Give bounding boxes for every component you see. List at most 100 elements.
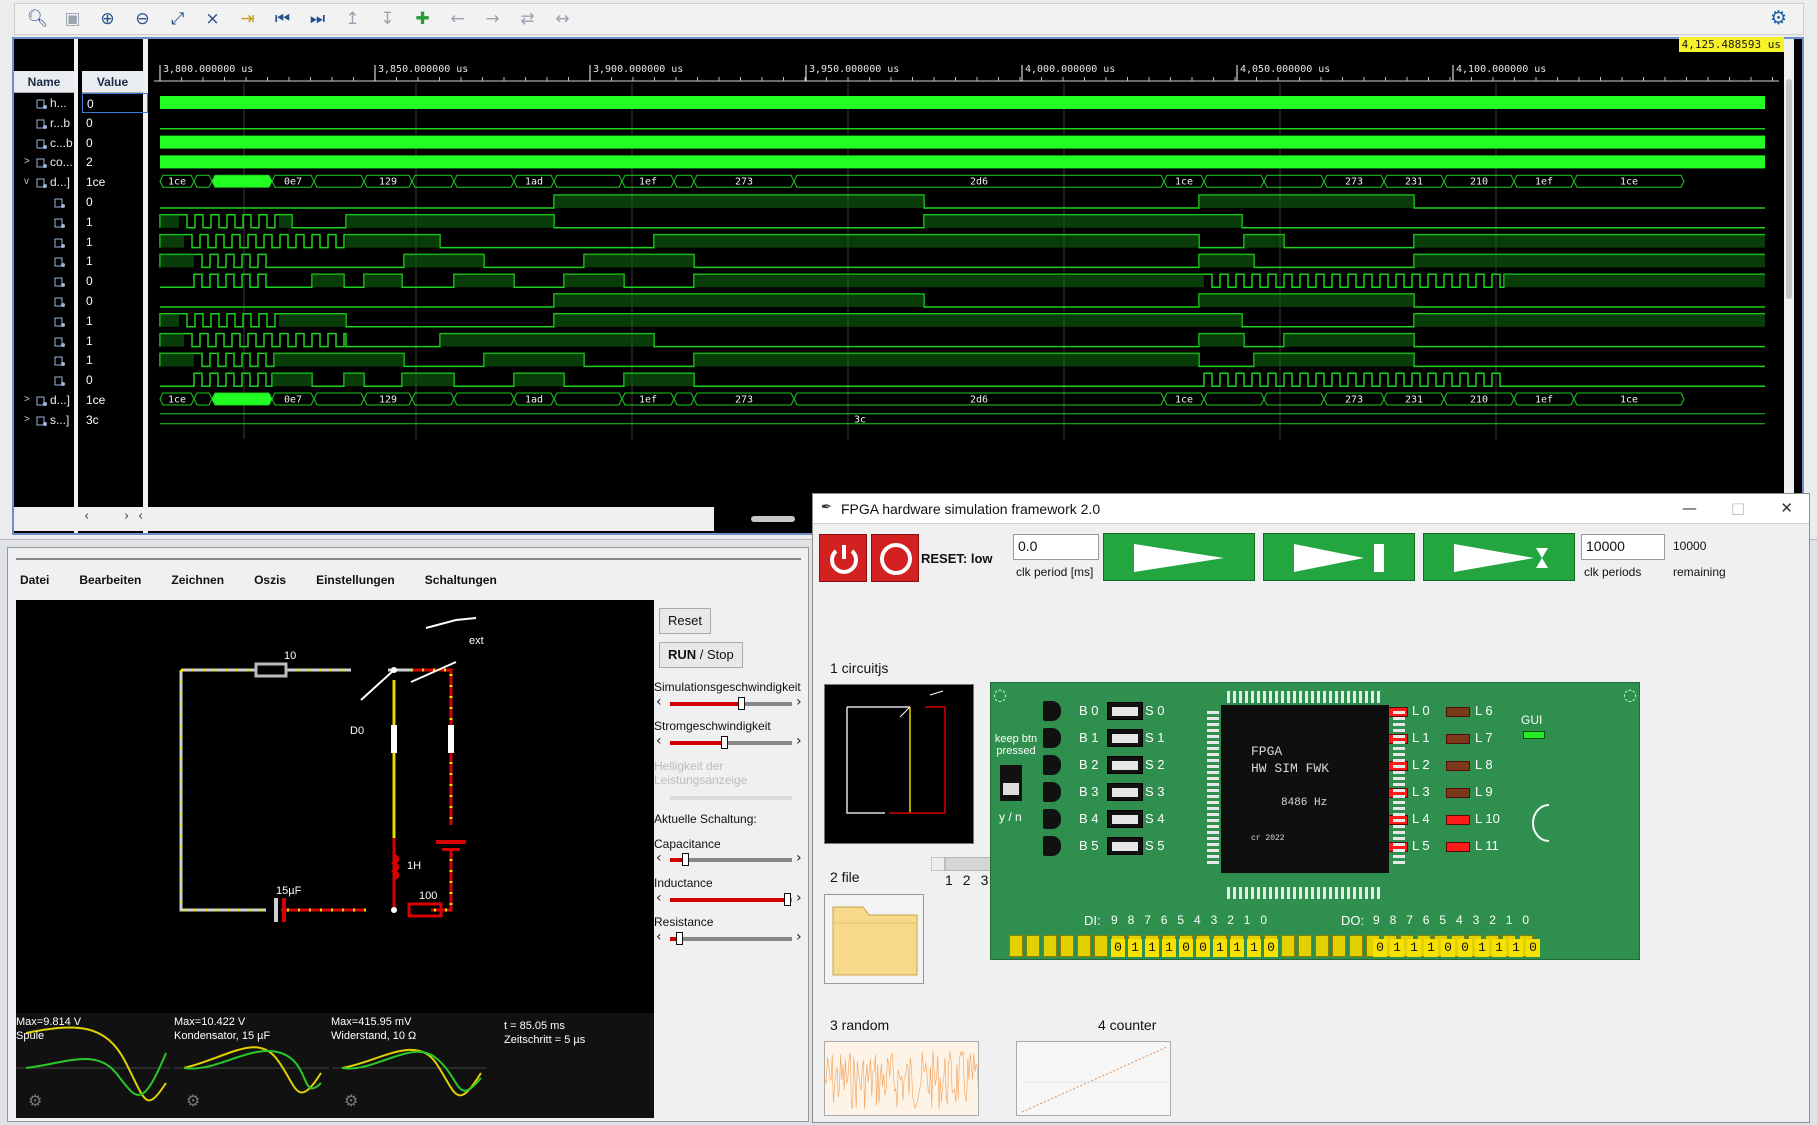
menu-oszis[interactable]: Oszis: [252, 573, 288, 595]
capacitor[interactable]: [274, 898, 278, 922]
run-n-periods-button[interactable]: [1423, 533, 1575, 581]
bus-segment[interactable]: [553, 392, 623, 406]
signal-value[interactable]: 1: [82, 232, 148, 252]
signal-wave[interactable]: [160, 96, 1765, 109]
bus-segment[interactable]: [1203, 174, 1265, 188]
close-icon[interactable]: ✕: [1780, 499, 1793, 517]
bus-segment[interactable]: [1203, 392, 1265, 406]
bus-segment[interactable]: [453, 392, 515, 406]
random-source-button[interactable]: [824, 1041, 979, 1116]
menu-bearbeiten[interactable]: Bearbeiten: [77, 573, 143, 595]
tab-2[interactable]: 2: [963, 872, 971, 888]
go-to-end-icon[interactable]: ⏭: [301, 6, 334, 32]
go-to-start-icon[interactable]: ⏮: [266, 6, 299, 32]
gear-icon[interactable]: ⚙: [186, 1091, 200, 1110]
signal-name-row[interactable]: [14, 192, 78, 212]
vertical-scrollbar[interactable]: [1784, 39, 1794, 533]
bus-segment[interactable]: [411, 174, 455, 188]
signal-value[interactable]: 0: [82, 192, 148, 212]
zoom-in-icon[interactable]: ⊕: [91, 6, 124, 32]
cursor-to-zero-icon[interactable]: ⨯: [196, 6, 229, 32]
signal-wave[interactable]: [160, 135, 1765, 149]
resistance-slider[interactable]: ‹ ›: [654, 929, 810, 947]
scrollbar-thumb[interactable]: [751, 516, 795, 522]
file-source-button[interactable]: [824, 894, 924, 984]
signal-value[interactable]: 1: [82, 331, 148, 351]
scrollbar-thumb[interactable]: [1786, 79, 1792, 299]
snap-icon[interactable]: ↔: [546, 6, 579, 32]
slide-switch[interactable]: [1107, 783, 1143, 801]
signal-value[interactable]: 0: [82, 271, 148, 291]
signal-value[interactable]: 0: [82, 113, 148, 133]
bus-segment[interactable]: [313, 174, 365, 188]
current-speed-slider[interactable]: ‹ ›: [654, 733, 810, 751]
signal-name-row[interactable]: v d...]: [14, 172, 78, 192]
signal-value[interactable]: 1ce: [82, 390, 148, 410]
signal-name-row[interactable]: [14, 331, 78, 351]
horizontal-scrollbar[interactable]: ‹ › ‹: [14, 507, 795, 531]
sim-speed-slider[interactable]: ‹ ›: [654, 694, 810, 712]
signal-name-row[interactable]: > co...: [14, 152, 78, 172]
inductance-slider[interactable]: ‹ ›: [654, 890, 810, 908]
waveform-canvas[interactable]: 3,800.000000 us 3,850.000000 us 3,900.0000…: [154, 39, 1794, 533]
bus-segment[interactable]: [673, 392, 695, 406]
push-button[interactable]: [1043, 836, 1061, 856]
tab-3[interactable]: 3: [981, 872, 989, 888]
slide-switch[interactable]: [1107, 837, 1143, 855]
signal-value[interactable]: 2: [82, 152, 148, 172]
tab-1[interactable]: 1: [945, 872, 953, 888]
signal-name-row[interactable]: [14, 350, 78, 370]
zoom-out-icon[interactable]: ⊖: [126, 6, 159, 32]
next-transition-icon[interactable]: ↧: [371, 6, 404, 32]
bus-segment[interactable]: [193, 392, 213, 406]
run-button[interactable]: [1103, 533, 1255, 581]
gear-icon[interactable]: ⚙: [1770, 7, 1787, 29]
menu-einstellungen[interactable]: Einstellungen: [314, 573, 397, 595]
scroll-left-icon[interactable]: ‹: [138, 509, 143, 524]
bit-signal-wave[interactable]: [160, 194, 1765, 209]
battery[interactable]: [436, 840, 466, 844]
zoom-fit-icon[interactable]: ⤢: [161, 6, 194, 32]
gear-icon[interactable]: ⚙: [344, 1091, 358, 1110]
signal-value[interactable]: 1: [82, 311, 148, 331]
search-icon[interactable]: 🔍︎: [21, 6, 54, 32]
prev-transition-icon[interactable]: ↥: [336, 6, 369, 32]
signal-value[interactable]: 0: [82, 291, 148, 311]
slide-switch[interactable]: [1107, 729, 1143, 747]
signal-value[interactable]: 0: [82, 133, 148, 153]
bus-segment[interactable]: [193, 174, 213, 188]
reset-button[interactable]: Reset: [659, 608, 711, 634]
switch-ext[interactable]: [410, 661, 457, 683]
push-button[interactable]: [1043, 728, 1061, 748]
signal-name-row[interactable]: [14, 370, 78, 390]
bus-segment[interactable]: [553, 174, 623, 188]
wire-right-loop[interactable]: [281, 668, 453, 912]
menu-schaltungen[interactable]: Schaltungen: [423, 573, 499, 595]
push-button[interactable]: [1043, 701, 1061, 721]
bus-segment[interactable]: [673, 174, 695, 188]
slide-switch[interactable]: [1107, 756, 1143, 774]
clk-period-input[interactable]: 0.0: [1013, 534, 1099, 560]
signal-name-row[interactable]: [14, 271, 78, 291]
menu-zeichnen[interactable]: Zeichnen: [169, 573, 226, 595]
save-icon[interactable]: ▣: [56, 6, 89, 32]
signal-value[interactable]: 0: [82, 370, 148, 390]
bus-segment[interactable]: [1263, 392, 1325, 406]
counter-source-button[interactable]: [1016, 1041, 1171, 1116]
power-button[interactable]: [819, 534, 867, 582]
step-button[interactable]: [1263, 533, 1415, 581]
bus-segment[interactable]: [211, 392, 273, 406]
bus-segment[interactable]: [453, 174, 515, 188]
signal-name-row[interactable]: > s...]: [14, 410, 78, 430]
scroll-right-icon[interactable]: ›: [124, 509, 129, 524]
chevron-right-icon[interactable]: >: [24, 152, 30, 172]
gear-icon[interactable]: ⚙: [28, 1091, 42, 1110]
maximize-icon[interactable]: □: [1731, 499, 1745, 517]
add-marker-icon[interactable]: ✚: [406, 6, 439, 32]
run-stop-button[interactable]: RUN / Stop: [659, 642, 743, 668]
waveform-area[interactable]: 3,800.000000 us 3,850.000000 us 3,900.0000…: [154, 37, 1794, 533]
chevron-down-icon[interactable]: v: [24, 172, 29, 192]
signal-name-row[interactable]: h...: [14, 93, 78, 113]
wire-left-loop[interactable]: [179, 668, 411, 912]
capacitance-slider[interactable]: ‹ ›: [654, 850, 810, 868]
